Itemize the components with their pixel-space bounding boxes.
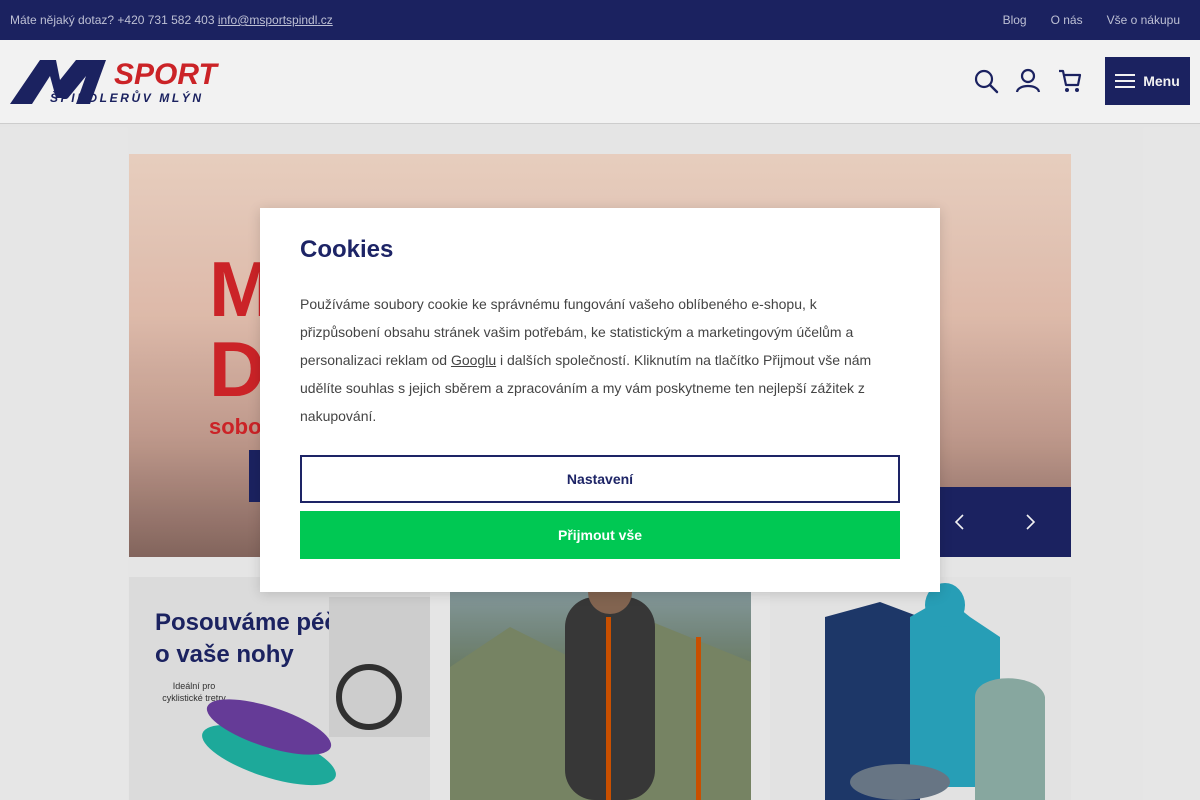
cookie-settings-button[interactable]: Nastavení	[300, 455, 900, 503]
cookie-accept-all-button[interactable]: Přijmout vše	[300, 511, 900, 559]
google-link[interactable]: Googlu	[451, 352, 496, 368]
cookie-dialog-text: Používáme soubory cookie ke správnému fu…	[300, 290, 900, 430]
cookie-consent-dialog: Cookies Používáme soubory cookie ke sprá…	[260, 208, 940, 592]
cookie-dialog-title: Cookies	[300, 236, 394, 263]
